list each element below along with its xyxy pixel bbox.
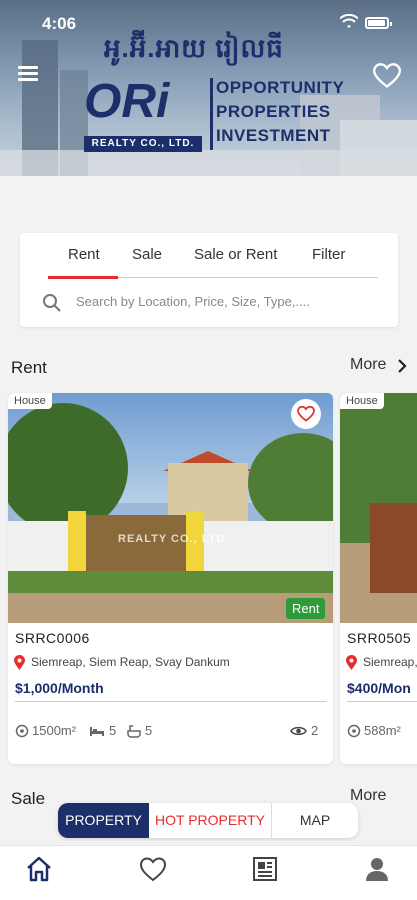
property-code: SRR0505 (347, 630, 412, 646)
property-card[interactable]: REALTY CO., LTD. House Rent SRRC0006 Sie… (8, 393, 333, 764)
tab-sale-or-rent[interactable]: Sale or Rent (194, 246, 277, 263)
area-icon (347, 724, 361, 738)
card-divider (15, 701, 327, 702)
home-icon[interactable] (24, 854, 54, 884)
photo-watermark: REALTY CO., LTD. (118, 533, 230, 545)
search-input[interactable]: Search by Location, Price, Size, Type,..… (76, 294, 310, 309)
khmer-title: អូ.អ៊ី.អាយ រៀលធី (104, 33, 284, 63)
property-code: SRRC0006 (15, 630, 90, 646)
property-area: 1500m² (32, 723, 77, 738)
chevron-right-icon[interactable] (396, 358, 408, 374)
status-badge: Rent (286, 598, 326, 619)
property-area: 588m² (364, 723, 401, 738)
type-badge: House (340, 393, 384, 409)
property-photo[interactable] (340, 393, 417, 623)
type-badge: House (8, 393, 52, 409)
property-location: Siemreap, Siem Reap, Svay Dankum (31, 655, 230, 669)
tagline: OPPORTUNITY PROPERTIES INVESTMENT (216, 76, 344, 148)
section-title-rent: Rent (11, 358, 47, 377)
area-icon (15, 724, 29, 738)
search-icon (43, 294, 61, 312)
banner-ground (0, 150, 417, 176)
tagline-line: INVESTMENT (216, 126, 331, 145)
bottom-nav (0, 845, 417, 900)
tagline-line: PROPERTIES (216, 102, 331, 121)
bath-icon (127, 725, 141, 738)
property-price: $1,000/Month (15, 680, 104, 696)
property-beds: 5 (109, 723, 117, 738)
favorites-icon[interactable] (138, 854, 168, 884)
status-time: 4:06 (42, 14, 77, 33)
favorite-button[interactable] (291, 399, 321, 429)
logo-letters: ORi (84, 75, 170, 128)
eye-icon (290, 726, 307, 736)
logo-subtitle: REALTY CO., LTD. (84, 136, 202, 152)
menu-icon[interactable] (18, 66, 38, 82)
tab-rent[interactable]: Rent (68, 246, 100, 263)
property-card[interactable]: House SRR0505 Siemreap, $400/Mon 588m² (340, 393, 417, 764)
news-icon[interactable] (250, 854, 280, 884)
tab-sale[interactable]: Sale (132, 246, 162, 263)
property-price: $400/Mon (347, 680, 411, 696)
tab-filter[interactable]: Filter (312, 246, 345, 263)
search-tabs: Rent Sale Sale or Rent Filter (20, 233, 398, 279)
section-title-sale: Sale (11, 789, 46, 808)
card-divider (347, 701, 417, 702)
property-photo[interactable]: REALTY CO., LTD. (8, 393, 333, 623)
logo-divider (210, 78, 213, 150)
wifi-icon (340, 14, 358, 28)
property-baths: 5 (145, 723, 153, 738)
more-rent-link[interactable]: More (350, 356, 386, 374)
heart-icon (297, 406, 315, 422)
location-pin-icon (346, 655, 357, 670)
search-card: Rent Sale Sale or Rent Filter Search by … (20, 233, 398, 327)
property-location: Siemreap, (363, 655, 417, 669)
tagline-line: OPPORTUNITY (216, 78, 345, 97)
tab-active-indicator (48, 276, 118, 279)
property-views: 2 (311, 723, 319, 738)
segment-hot-property[interactable]: HOT PROPERTY (149, 803, 272, 838)
segment-map[interactable]: MAP (272, 803, 358, 838)
header-banner: 4:06 អូ.អ៊ី.អាយ រៀលធី ORi REALTY CO., LT… (0, 0, 417, 176)
view-segment-control: PROPERTY HOT PROPERTY MAP (58, 803, 358, 838)
location-pin-icon (14, 655, 25, 670)
company-logo: ORi (84, 74, 204, 138)
profile-icon[interactable] (362, 854, 392, 884)
battery-icon (365, 17, 392, 29)
bed-icon (90, 727, 104, 736)
segment-property[interactable]: PROPERTY (58, 803, 149, 838)
heart-icon[interactable] (373, 63, 401, 89)
